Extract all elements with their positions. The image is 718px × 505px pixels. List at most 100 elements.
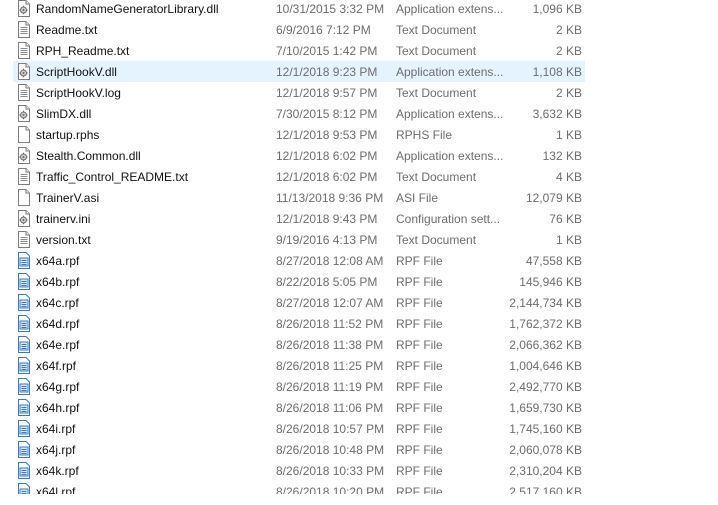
file-type: ASI File — [396, 191, 439, 205]
file-row[interactable]: x64d.rpf 8/26/2018 11:52 PM RPF File 1,762,… — [13, 313, 585, 334]
file-date-modified: 8/26/2018 11:38 PM — [276, 338, 384, 352]
file-name: x64k.rpf — [36, 464, 79, 478]
file-name: x64e.rpf — [36, 338, 80, 352]
file-row[interactable]: x64b.rpf 8/22/2018 5:05 PM RPF File 145,946… — [13, 271, 585, 292]
file-name: Readme.txt — [36, 23, 98, 37]
horizontal-scrollbar-area[interactable] — [0, 494, 718, 505]
file-type: Text Document — [396, 44, 477, 58]
rpf-file-icon — [17, 294, 31, 311]
file-date-modified: 8/27/2018 12:08 AM — [276, 254, 384, 268]
file-date-modified: 12/1/2018 9:43 PM — [276, 212, 378, 226]
file-type: Text Document — [396, 23, 477, 37]
file-date-modified: 6/9/2016 7:12 PM — [276, 23, 371, 37]
file-name: ScriptHookV.dll — [36, 65, 117, 79]
file-size: 2 KB — [555, 86, 582, 100]
file-date-modified: 12/1/2018 9:57 PM — [276, 86, 378, 100]
file-name: x64g.rpf — [36, 380, 80, 394]
file-name: x64a.rpf — [36, 254, 80, 268]
file-row[interactable]: startup.rphs 12/1/2018 9:53 PM RPHS File 1 … — [13, 124, 585, 145]
file-date-modified: 8/26/2018 10:57 PM — [276, 422, 385, 436]
rpf-file-icon — [17, 399, 31, 416]
file-row[interactable]: x64f.rpf 8/26/2018 11:25 PM RPF File 1,004,… — [13, 355, 585, 376]
file-type: Configuration sett... — [396, 212, 501, 226]
file-size: 2,144,734 KB — [509, 296, 582, 310]
file-size: 12,079 KB — [525, 191, 582, 205]
file-type: RPF File — [396, 401, 443, 415]
text-file-icon — [17, 84, 31, 101]
file-row[interactable]: version.txt 9/19/2016 4:13 PM Text Documen… — [13, 229, 585, 250]
file-name: x64j.rpf — [36, 443, 76, 457]
file-size: 47,558 KB — [525, 254, 582, 268]
file-date-modified: 8/27/2018 12:07 AM — [276, 296, 384, 310]
file-type: Application extens... — [396, 149, 504, 163]
file-date-modified: 7/10/2015 1:42 PM — [276, 44, 378, 58]
rpf-file-icon — [17, 462, 31, 479]
file-size: 1,004,646 KB — [509, 359, 582, 373]
file-row[interactable]: ScriptHookV.log 12/1/2018 9:57 PM Text Doc… — [13, 82, 585, 103]
file-row[interactable]: x64e.rpf 8/26/2018 11:38 PM RPF File 2,066,… — [13, 334, 585, 355]
rpf-file-icon — [17, 315, 31, 332]
file-type: Text Document — [396, 233, 477, 247]
file-row[interactable]: x64l.rpf 8/26/2018 10:20 PM RPF File 2,517,… — [13, 481, 585, 494]
file-row[interactable]: RandomNameGeneratorLibrary.dll 10/31/2015… — [13, 0, 585, 19]
file-list: RandomNameGeneratorLibrary.dll 10/31/2015… — [0, 0, 718, 494]
rpf-file-icon — [17, 357, 31, 374]
file-row[interactable]: x64a.rpf 8/27/2018 12:08 AM RPF File 47,558… — [13, 250, 585, 271]
file-row[interactable]: x64h.rpf 8/26/2018 11:06 PM RPF File 1,659,… — [13, 397, 585, 418]
file-type: RPF File — [396, 254, 443, 268]
file-row[interactable]: x64j.rpf 8/26/2018 10:48 PM RPF File 2,060,… — [13, 439, 585, 460]
file-type: RPF File — [396, 485, 443, 494]
file-row[interactable]: Stealth.Common.dll 12/1/2018 6:02 PM Appli… — [13, 145, 585, 166]
file-row[interactable]: TrainerV.asi 11/13/2018 9:36 PM ASI File 12… — [13, 187, 585, 208]
file-size: 2,517,160 KB — [509, 485, 582, 494]
file-date-modified: 12/1/2018 9:53 PM — [276, 128, 378, 142]
file-name: SlimDX.dll — [36, 107, 92, 121]
file-row[interactable]: trainerv.ini 12/1/2018 9:43 PM Configurati… — [13, 208, 585, 229]
file-name: x64c.rpf — [36, 296, 79, 310]
file-size: 1 KB — [555, 233, 582, 247]
file-date-modified: 7/30/2015 8:12 PM — [276, 107, 378, 121]
text-file-icon — [17, 168, 31, 185]
file-type: Application extens... — [396, 65, 504, 79]
file-date-modified: 8/26/2018 11:19 PM — [276, 380, 384, 394]
file-row[interactable]: x64g.rpf 8/26/2018 11:19 PM RPF File 2,492,… — [13, 376, 585, 397]
rpf-file-icon — [17, 378, 31, 395]
file-date-modified: 12/1/2018 6:02 PM — [276, 170, 378, 184]
file-size: 1,659,730 KB — [509, 401, 582, 415]
file-type: RPHS File — [396, 128, 453, 142]
file-type: RPF File — [396, 464, 443, 478]
file-date-modified: 8/22/2018 5:05 PM — [276, 275, 378, 289]
file-type: Application extens... — [396, 2, 504, 16]
file-name: x64l.rpf — [36, 485, 76, 494]
file-size: 1 KB — [555, 128, 582, 142]
file-name: x64f.rpf — [36, 359, 77, 373]
file-date-modified: 8/26/2018 11:52 PM — [276, 317, 384, 331]
file-row[interactable]: SlimDX.dll 7/30/2015 8:12 PM Application e… — [13, 103, 585, 124]
file-row[interactable]: RPH_Readme.txt 7/10/2015 1:42 PM Text Docu… — [13, 40, 585, 61]
file-size: 2,060,078 KB — [509, 443, 582, 457]
file-row[interactable]: ScriptHookV.dll 12/1/2018 9:23 PM Applicat… — [13, 61, 585, 82]
file-name: RPH_Readme.txt — [36, 44, 130, 58]
text-file-icon — [17, 231, 31, 248]
file-type: RPF File — [396, 317, 443, 331]
file-size: 76 KB — [549, 212, 582, 226]
file-type: RPF File — [396, 380, 443, 394]
config-file-icon — [17, 210, 31, 227]
file-size: 1,108 KB — [532, 65, 582, 79]
dll-icon — [17, 105, 31, 122]
file-row[interactable]: x64i.rpf 8/26/2018 10:57 PM RPF File 1,745,… — [13, 418, 585, 439]
file-name: TrainerV.asi — [36, 191, 100, 205]
file-name: x64b.rpf — [36, 275, 80, 289]
file-row[interactable]: Readme.txt 6/9/2016 7:12 PM Text Document 2… — [13, 19, 585, 40]
file-date-modified: 12/1/2018 9:23 PM — [276, 65, 378, 79]
file-row[interactable]: x64k.rpf 8/26/2018 10:33 PM RPF File 2,310,… — [13, 460, 585, 481]
file-size: 2,310,204 KB — [509, 464, 582, 478]
file-row[interactable]: x64c.rpf 8/27/2018 12:07 AM RPF File 2,144,… — [13, 292, 585, 313]
file-name: RandomNameGeneratorLibrary.dll — [36, 2, 219, 16]
dll-icon — [17, 0, 31, 17]
file-type: RPF File — [396, 422, 443, 436]
dll-icon — [17, 147, 31, 164]
file-row[interactable]: Traffic_Control_README.txt 12/1/2018 6:02… — [13, 166, 585, 187]
file-size: 1,762,372 KB — [509, 317, 582, 331]
file-size: 4 KB — [555, 170, 582, 184]
